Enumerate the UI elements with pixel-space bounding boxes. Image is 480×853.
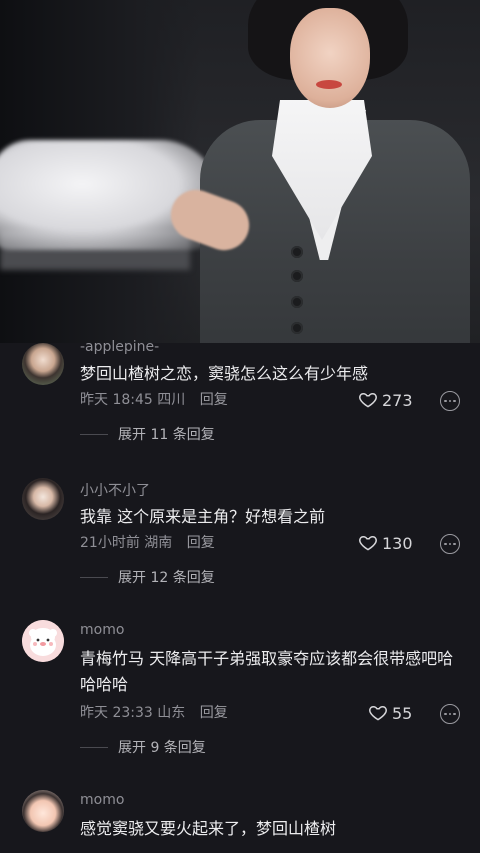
like-button[interactable]: 273 xyxy=(358,390,413,410)
like-button[interactable]: 130 xyxy=(358,533,413,553)
comment-text: 感觉窦骁又要火起来了，梦回山楂树 xyxy=(80,819,337,838)
expand-replies-label: 展开 11 条回复 xyxy=(118,427,215,443)
comment-meta: 昨天 18:45 四川 回复 xyxy=(80,389,228,409)
comment-time: 昨天 23:33 xyxy=(80,705,153,721)
comment-item: -applepine- 梦回山楂树之恋，窦骁怎么这么有少年感 昨天 18:45 … xyxy=(0,339,480,453)
reply-button[interactable]: 回复 xyxy=(187,535,215,551)
comment-time: 昨天 18:45 xyxy=(80,392,153,408)
comment-username[interactable]: momo xyxy=(80,622,124,638)
jacket-button xyxy=(291,246,303,258)
jacket-button xyxy=(291,270,303,282)
reply-button[interactable]: 回复 xyxy=(200,705,228,721)
comment-list: -applepine- 梦回山楂树之恋，窦骁怎么这么有少年感 昨天 18:45 … xyxy=(0,339,480,853)
expand-replies-button[interactable]: 展开 11 条回复 xyxy=(80,424,215,444)
comment-username[interactable]: momo xyxy=(80,792,124,808)
comment-item: momo 感觉窦骁又要火起来了，梦回山楂树 xyxy=(0,788,480,853)
comment-item: 小小不小了 我靠 这个原来是主角？好想看之前 21小时前 湖南 回复 130 展… xyxy=(0,476,480,586)
comment-time: 21小时前 xyxy=(80,535,140,551)
jacket-button xyxy=(291,296,303,308)
comment-location: 山东 xyxy=(157,705,186,721)
expand-replies-button[interactable]: 展开 9 条回复 xyxy=(80,737,206,757)
expand-replies-button[interactable]: 展开 12 条回复 xyxy=(80,567,215,587)
baby-photo-avatar[interactable] xyxy=(22,790,64,832)
video-person-lips xyxy=(316,80,342,89)
comment-location: 四川 xyxy=(157,392,186,408)
comment-text: 梦回山楂树之恋，窦骁怎么这么有少年感 xyxy=(80,364,369,383)
video-frame[interactable] xyxy=(0,0,480,343)
heart-icon xyxy=(359,392,377,408)
heart-icon xyxy=(369,705,387,721)
cartoon-bear-icon xyxy=(22,620,64,662)
more-options-icon[interactable] xyxy=(440,391,460,411)
user-avatar-photo[interactable] xyxy=(22,343,64,385)
like-button[interactable]: 55 xyxy=(368,703,412,723)
expand-replies-label: 展开 12 条回复 xyxy=(118,570,215,586)
comment-location: 湖南 xyxy=(144,535,173,551)
comment-meta: 昨天 23:33 山东 回复 xyxy=(80,702,228,722)
comment-meta: 21小时前 湖南 回复 xyxy=(80,532,215,552)
comment-text: 青梅竹马 天降高干子弟强取豪夺应该都会很带感吧哈哈哈哈 xyxy=(80,649,454,694)
expand-replies-label: 展开 9 条回复 xyxy=(118,740,206,756)
comment-text: 我靠 这个原来是主角？好想看之前 xyxy=(80,507,326,526)
more-options-icon[interactable] xyxy=(440,534,460,554)
comment-username[interactable]: -applepine- xyxy=(80,339,159,355)
video-person-face xyxy=(290,8,370,108)
like-count: 130 xyxy=(382,533,413,553)
like-count: 273 xyxy=(382,390,413,410)
more-options-icon[interactable] xyxy=(440,704,460,724)
comment-item: momo 青梅竹马 天降高干子弟强取豪夺应该都会很带感吧哈哈哈哈 昨天 23:3… xyxy=(0,618,480,758)
jacket-button xyxy=(291,322,303,334)
divider-line xyxy=(80,433,108,435)
divider-line xyxy=(80,576,108,578)
comment-username[interactable]: 小小不小了 xyxy=(80,480,150,500)
reply-button[interactable]: 回复 xyxy=(200,392,228,408)
user-avatar-photo[interactable] xyxy=(22,478,64,520)
cartoon-bear-avatar[interactable] xyxy=(22,620,64,662)
heart-icon xyxy=(359,535,377,551)
divider-line xyxy=(80,746,108,748)
like-count: 55 xyxy=(392,703,413,723)
